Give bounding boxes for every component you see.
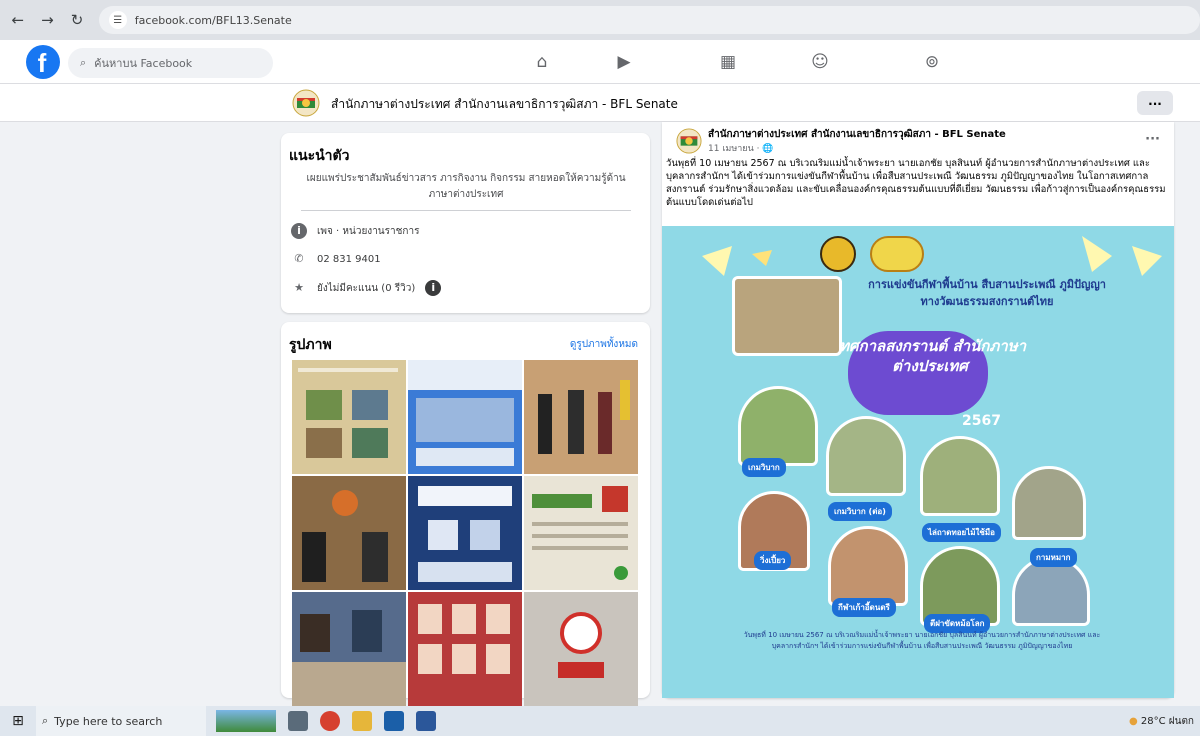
photo-thumbnail[interactable] xyxy=(408,592,522,706)
poster-tag: วิ่งเปี้ยว xyxy=(754,551,792,570)
intro-heading: แนะนำตัว xyxy=(289,148,350,164)
facebook-logo[interactable]: f xyxy=(26,45,60,79)
chrome-icon[interactable] xyxy=(320,711,340,731)
gaming-icon[interactable]: ⊚ xyxy=(920,50,944,74)
info-circle-icon[interactable]: i xyxy=(425,280,442,296)
star-icon: ★ xyxy=(294,281,304,294)
poster-event-title: เทศกาลสงกรานต์ สำนักภาษาต่างประเทศ xyxy=(833,337,1027,375)
info-icon: i xyxy=(291,223,307,239)
event-photo xyxy=(828,526,908,606)
post-date[interactable]: 11 เมษายน · 🌐 xyxy=(708,141,774,155)
site-info-icon[interactable]: ☰ xyxy=(108,11,127,29)
photo-thumbnail[interactable] xyxy=(524,476,638,590)
marketplace-icon[interactable]: ▦ xyxy=(716,50,740,74)
intro-category-row: i เพจ · หน่วยงานราชการ xyxy=(291,223,419,239)
senate-strong-logo xyxy=(870,236,924,272)
weather-icon: ● xyxy=(1128,716,1138,727)
see-all-photos-link[interactable]: ดูรูปภาพทั้งหมด xyxy=(570,337,638,352)
search-placeholder: ค้นหาบน Facebook xyxy=(94,57,193,70)
photo-thumbnail[interactable] xyxy=(292,360,406,474)
search-icon: ⌕ xyxy=(42,714,49,727)
intro-category: เพจ · หน่วยงานราชการ xyxy=(317,225,420,237)
photo-thumbnail[interactable] xyxy=(292,592,406,706)
photo-grid xyxy=(292,360,638,706)
event-photo xyxy=(920,436,1000,516)
search-icon: ⌕ xyxy=(80,56,87,69)
poster-tag: กามหมาก xyxy=(1030,548,1077,567)
post-options-icon[interactable]: ··· xyxy=(1145,132,1160,147)
photo-thumbnail[interactable] xyxy=(408,360,522,474)
taskbar-landscape-image xyxy=(216,710,276,732)
post-card: สำนักภาษาต่างประเทศ สำนักงานเลขาธิการวุฒ… xyxy=(662,122,1174,698)
reload-icon[interactable]: ↻ xyxy=(69,11,85,29)
taskbar-search-input[interactable]: ⌕ Type here to search xyxy=(36,706,206,736)
photo-thumbnail[interactable] xyxy=(292,476,406,590)
intro-bio: เผยแพร่ประชาสัมพันธ์ข่าวสาร ภารกิจงาน กิ… xyxy=(306,173,626,200)
intro-phone: 02 831 9401 xyxy=(317,253,381,265)
event-photo xyxy=(738,386,818,466)
address-bar[interactable]: ☰ facebook.com/BFL13.Senate xyxy=(98,6,1200,34)
url-text: facebook.com/BFL13.Senate xyxy=(134,13,292,27)
poster-tag: เกมวิบาก (ต่อ) xyxy=(828,502,892,521)
page-avatar[interactable] xyxy=(292,89,320,117)
event-photo xyxy=(732,276,842,356)
intro-card: แนะนำตัว เผยแพร่ประชาสัมพันธ์ข่าวสาร ภาร… xyxy=(281,133,650,313)
facebook-header: f ⌕ ค้นหาบน Facebook ⌂ ▶ ▦ ☺ ⊚ xyxy=(0,40,1200,84)
word-icon[interactable] xyxy=(416,711,436,731)
event-photo xyxy=(826,416,906,496)
photo-thumbnail[interactable] xyxy=(524,360,638,474)
poster-tag: เกมวิบาก xyxy=(742,458,786,477)
poster-tag: กีฬาเก้าอี้ดนตรี xyxy=(832,598,896,617)
photo-thumbnail[interactable] xyxy=(524,592,638,706)
post-image[interactable]: การแข่งขันกีฬาพื้นบ้าน สืบสานประเพณี ภูม… xyxy=(662,226,1174,698)
zoom-icon[interactable] xyxy=(384,711,404,731)
poster-footer-text: วันพุธที่ 10 เมษายน 2567 ณ บริเวณริมแม่น… xyxy=(743,631,1101,650)
facebook-search-input[interactable]: ⌕ ค้นหาบน Facebook xyxy=(68,48,273,78)
intro-phone-row: ✆ 02 831 9401 xyxy=(291,251,381,267)
page-title-bar: สำนักภาษาต่างประเทศ สำนักงานเลขาธิการวุฒ… xyxy=(0,84,1200,122)
photos-heading: รูปภาพ xyxy=(289,337,332,353)
file-explorer-icon[interactable] xyxy=(352,711,372,731)
poster-year: 2567 xyxy=(962,413,1001,429)
poster-headline: การแข่งขันกีฬาพื้นบ้าน สืบสานประเพณี ภูม… xyxy=(868,278,1106,308)
forward-arrow-icon[interactable]: → xyxy=(40,11,56,29)
taskbar-search-placeholder: Type here to search xyxy=(54,714,163,728)
photo-thumbnail[interactable] xyxy=(408,476,522,590)
home-icon[interactable]: ⌂ xyxy=(530,50,554,74)
photos-card: รูปภาพ ดูรูปภาพทั้งหมด xyxy=(281,322,650,706)
post-text: วันพุธที่ 10 เมษายน 2567 ณ บริเวณริมแม่น… xyxy=(666,158,1166,208)
phone-icon: ✆ xyxy=(294,252,304,265)
divider xyxy=(301,210,631,211)
event-photo xyxy=(1012,466,1086,540)
page-title: สำนักภาษาต่างประเทศ สำนักงานเลขาธิการวุฒ… xyxy=(331,97,678,111)
post-author-name[interactable]: สำนักภาษาต่างประเทศ สำนักงานเลขาธิการวุฒ… xyxy=(708,127,1006,142)
windows-taskbar: ⊞ ⌕ Type here to search ● 28°C ฝนตก xyxy=(0,706,1200,736)
back-arrow-icon[interactable]: ← xyxy=(10,11,26,29)
senate-strong-logo xyxy=(820,236,856,272)
weather-widget[interactable]: ● 28°C ฝนตก xyxy=(1129,714,1194,729)
groups-icon[interactable]: ☺ xyxy=(808,50,832,74)
task-view-icon[interactable] xyxy=(288,711,308,731)
windows-start-icon[interactable]: ⊞ xyxy=(0,713,36,729)
weather-text: 28°C ฝนตก xyxy=(1140,716,1194,727)
intro-rating-row: ★ ยังไม่มีคะแนน (0 รีวิว) i xyxy=(291,280,442,296)
browser-toolbar: ← → ↻ ☰ facebook.com/BFL13.Senate xyxy=(0,0,1200,40)
intro-rating: ยังไม่มีคะแนน (0 รีวิว) xyxy=(317,282,416,294)
post-author-avatar[interactable] xyxy=(676,128,702,154)
more-options-button[interactable]: ... xyxy=(1137,91,1173,115)
video-icon[interactable]: ▶ xyxy=(612,50,636,74)
poster-tag: ไล่ถาดทอยไม้ใช้มือ xyxy=(922,523,1001,542)
